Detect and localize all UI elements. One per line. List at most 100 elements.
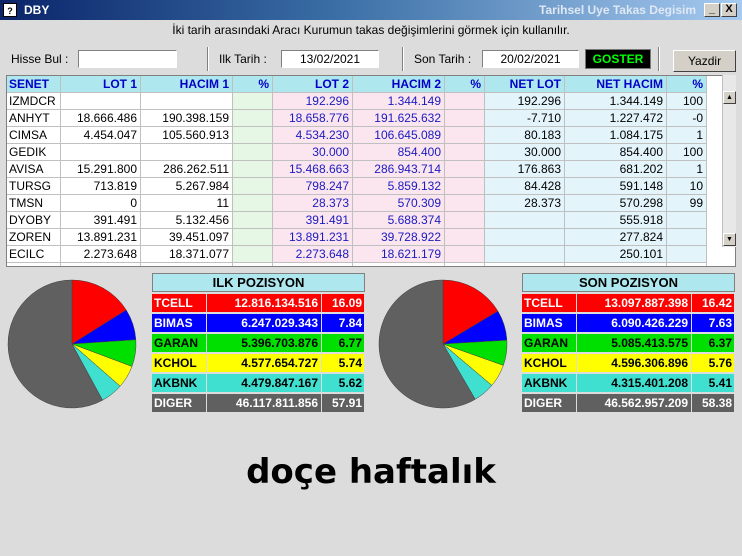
cell-pct2 bbox=[445, 161, 485, 178]
separator bbox=[658, 47, 660, 71]
cell-hacim2: 18.621.179 bbox=[353, 246, 445, 263]
position-name: AKBNK bbox=[152, 374, 206, 392]
cell-netlot: 84.428 bbox=[485, 178, 565, 195]
col-header-lot1: LOT 1 bbox=[61, 76, 141, 93]
cell-lot1: 713.819 bbox=[61, 178, 141, 195]
cell-lot2: 4.534.230 bbox=[273, 127, 353, 144]
overlay-caption: doçe haftalık bbox=[246, 452, 496, 492]
position-row: TCELL 12.816.134.516 16.09 bbox=[152, 294, 365, 312]
cell-nethacim: 681.202 bbox=[565, 161, 667, 178]
yazdir-button[interactable]: Yazdir bbox=[673, 50, 736, 72]
cell-hacim2: 191.625.632 bbox=[353, 110, 445, 127]
window-title: Tarihsel Uye Takas Degisim bbox=[539, 3, 696, 17]
position-row: DIGER 46.562.957.209 58.38 bbox=[522, 394, 735, 412]
position-value: 13.097.887.398 bbox=[577, 294, 691, 312]
cell-hacim1: 11 bbox=[141, 195, 233, 212]
app-icon: ? bbox=[3, 3, 17, 17]
cell-lot1: 2.273.648 bbox=[61, 246, 141, 263]
position-pct: 5.76 bbox=[692, 354, 734, 372]
position-pct: 58.38 bbox=[692, 394, 734, 412]
cell-senet: ANHYT bbox=[7, 110, 61, 127]
cell-senet: IZMDCR bbox=[7, 93, 61, 110]
cell-hacim2: 39.728.922 bbox=[353, 229, 445, 246]
total-lot2: 5.833.309.816 bbox=[273, 263, 353, 266]
position-name: DIGER bbox=[522, 394, 576, 412]
cell-pct1 bbox=[233, 212, 273, 229]
start-date-field[interactable]: 13/02/2021 bbox=[281, 50, 379, 68]
cell-senet: DYOBY bbox=[7, 212, 61, 229]
cell-lot2: 30.000 bbox=[273, 144, 353, 161]
cell-netlot: 30.000 bbox=[485, 144, 565, 161]
cell-nethacim: 1.084.175 bbox=[565, 127, 667, 144]
cell-nethacim: 1.227.472 bbox=[565, 110, 667, 127]
close-button[interactable]: X bbox=[721, 3, 737, 17]
cell-nethacim: 555.918 bbox=[565, 212, 667, 229]
cell-hacim2: 106.645.089 bbox=[353, 127, 445, 144]
grid-scrollbar[interactable]: ▲ ▼ bbox=[722, 75, 736, 247]
cell-pct1 bbox=[233, 93, 273, 110]
col-header-pct1: % bbox=[233, 76, 273, 93]
cell-lot2: 18.658.776 bbox=[273, 110, 353, 127]
total-hacim2: 79.748.392.517 bbox=[353, 263, 445, 266]
position-value: 4.479.847.167 bbox=[207, 374, 321, 392]
cell-pct2 bbox=[445, 144, 485, 161]
position-pct: 57.91 bbox=[322, 394, 364, 412]
minimize-button[interactable]: _ bbox=[704, 3, 720, 17]
scroll-down-button[interactable]: ▼ bbox=[723, 233, 736, 246]
col-header-netpct: % bbox=[667, 76, 707, 93]
position-value: 4.596.306.896 bbox=[577, 354, 691, 372]
cell-nethacim: 250.101 bbox=[565, 246, 667, 263]
position-row: AKBNK 4.479.847.167 5.62 bbox=[152, 374, 365, 392]
position-value: 46.562.957.209 bbox=[577, 394, 691, 412]
cell-nethacim: 277.824 bbox=[565, 229, 667, 246]
cell-lot1: 391.491 bbox=[61, 212, 141, 229]
goster-button[interactable]: GOSTER bbox=[585, 49, 651, 69]
position-name: GARAN bbox=[152, 334, 206, 352]
cell-netpct: -0 bbox=[667, 110, 707, 127]
cell-hacim1: 286.262.511 bbox=[141, 161, 233, 178]
son-pozisyon-title: SON POZISYON bbox=[522, 273, 735, 292]
cell-hacim2: 5.688.374 bbox=[353, 212, 445, 229]
cell-hacim2: 5.859.132 bbox=[353, 178, 445, 195]
cell-lot1 bbox=[61, 93, 141, 110]
position-name: KCHOL bbox=[152, 354, 206, 372]
end-date-field[interactable]: 20/02/2021 bbox=[482, 50, 579, 68]
scroll-up-button[interactable]: ▲ bbox=[723, 91, 736, 104]
cell-lot1: 0 bbox=[61, 195, 141, 212]
cell-lot2: 28.373 bbox=[273, 195, 353, 212]
position-row: GARAN 5.396.703.876 6.77 bbox=[152, 334, 365, 352]
pie-slices bbox=[7, 279, 137, 409]
separator bbox=[402, 47, 404, 71]
position-pct: 5.74 bbox=[322, 354, 364, 372]
cell-hacim1 bbox=[141, 144, 233, 161]
cell-lot2: 391.491 bbox=[273, 212, 353, 229]
cell-lot1: 13.891.231 bbox=[61, 229, 141, 246]
takas-grid[interactable]: SENET LOT 1 HACIM 1% LOT 2 HACIM 2% NET LOT NE… bbox=[6, 75, 736, 267]
search-input[interactable] bbox=[78, 50, 177, 68]
ilk-pozisyon-title: ILK POZISYON bbox=[152, 273, 365, 292]
position-row: DIGER 46.117.811.856 57.91 bbox=[152, 394, 365, 412]
position-pct: 7.84 bbox=[322, 314, 364, 332]
position-row: TCELL 13.097.887.398 16.42 bbox=[522, 294, 735, 312]
cell-hacim2: 1.344.149 bbox=[353, 93, 445, 110]
position-value: 5.085.413.575 bbox=[577, 334, 691, 352]
cell-netlot: 176.863 bbox=[485, 161, 565, 178]
cell-hacim2: 854.400 bbox=[353, 144, 445, 161]
cell-pct1 bbox=[233, 178, 273, 195]
position-row: KCHOL 4.577.654.727 5.74 bbox=[152, 354, 365, 372]
cell-hacim1: 39.451.097 bbox=[141, 229, 233, 246]
end-date-label: Son Tarih : bbox=[414, 52, 472, 66]
cell-pct1 bbox=[233, 144, 273, 161]
position-pct: 16.42 bbox=[692, 294, 734, 312]
cell-netpct: 10 bbox=[667, 178, 707, 195]
pie-slices bbox=[378, 279, 508, 409]
cell-netpct bbox=[667, 229, 707, 246]
position-value: 4.577.654.727 bbox=[207, 354, 321, 372]
position-row: BIMAS 6.247.029.343 7.84 bbox=[152, 314, 365, 332]
cell-nethacim: 1.344.149 bbox=[565, 93, 667, 110]
cell-pct2 bbox=[445, 229, 485, 246]
separator bbox=[207, 47, 209, 71]
position-row: KCHOL 4.596.306.896 5.76 bbox=[522, 354, 735, 372]
cell-pct2 bbox=[445, 246, 485, 263]
cell-senet: CIMSA bbox=[7, 127, 61, 144]
